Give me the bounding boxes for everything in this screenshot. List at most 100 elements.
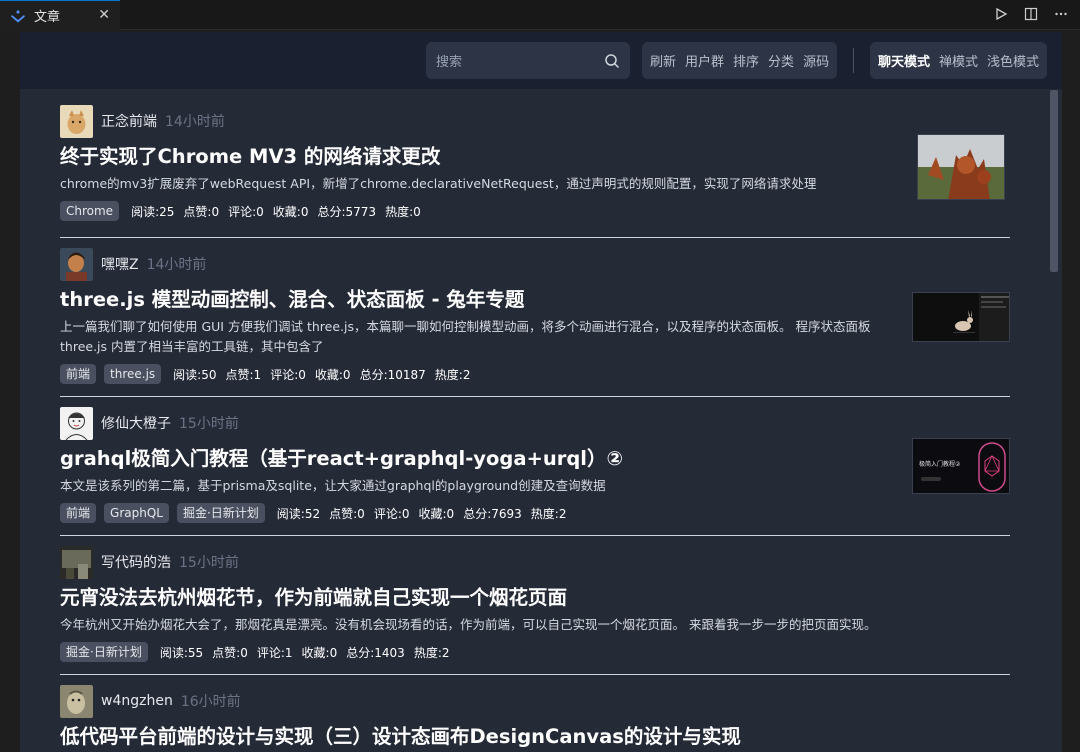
tag[interactable]: 掘金·日新计划 — [176, 503, 265, 523]
heat-score: 热度:0 — [385, 204, 421, 219]
avatar[interactable] — [60, 247, 93, 281]
like-count: 点赞:0 — [329, 506, 365, 521]
article-title[interactable]: grahql极简入门教程（基于react+graphql-yoga+urql）② — [60, 446, 1010, 472]
heat-score: 热度:2 — [413, 645, 450, 660]
collect-count: 收藏:0 — [314, 367, 351, 382]
tag[interactable]: 掘金·日新计划 — [60, 642, 148, 662]
article-thumbnail[interactable]: 极简入门教程② — [912, 438, 1010, 494]
juejin-logo-icon — [10, 8, 26, 24]
total-score: 总分:1403 — [346, 645, 405, 660]
publish-time: 14小时前 — [165, 114, 225, 130]
article-thumbnail[interactable] — [912, 292, 1010, 342]
like-count: 点赞:0 — [183, 204, 220, 219]
split-editor-icon[interactable] — [1022, 5, 1040, 23]
toolbar: 搜索 刷新 用户群 排序 分类 源码 聊天模式 禅模式 浅色模式 — [20, 32, 1062, 89]
article-stats: 阅读:50 点赞:1 评论:0 收藏:0 总分:10187 热度:2 — [173, 366, 470, 383]
article-item[interactable]: w4ngzhen 16小时前 低代码平台前端的设计与实现（三）设计态画布Desi… — [60, 675, 1010, 752]
article-item[interactable]: 修仙大橙子 15小时前 grahql极简入门教程（基于react+graphql… — [60, 397, 1010, 536]
tag[interactable]: 前端 — [60, 503, 97, 523]
source-code-button[interactable]: 源码 — [803, 51, 829, 70]
publish-time: 14小时前 — [146, 257, 207, 273]
total-score: 总分:10187 — [359, 367, 426, 382]
total-score: 总分:7693 — [463, 506, 522, 521]
article-title[interactable]: 终于实现了Chrome MV3 的网络请求更改 — [60, 144, 1010, 170]
article-meta: 写代码的浩 15小时前 — [60, 545, 1010, 579]
publish-time: 15小时前 — [179, 416, 239, 432]
avatar[interactable] — [60, 684, 93, 718]
comment-count: 评论:0 — [228, 204, 264, 219]
publish-time: 15小时前 — [179, 555, 239, 571]
search-box[interactable]: 搜索 — [426, 42, 630, 79]
author-name[interactable]: 写代码的浩 — [101, 552, 171, 572]
tab-articles[interactable]: 文章 ✕ — [0, 0, 120, 30]
comment-count: 评论:0 — [270, 367, 306, 382]
avatar[interactable] — [60, 104, 93, 138]
article-item[interactable]: 正念前端 14小时前 终于实现了Chrome MV3 的网络请求更改 chrom… — [60, 89, 1010, 238]
tag[interactable]: GraphQL — [104, 503, 169, 523]
like-count: 点赞:1 — [225, 367, 262, 382]
chat-mode-button[interactable]: 聊天模式 — [878, 51, 930, 70]
article-item[interactable]: 嘿嘿Z 14小时前 three.js 模型动画控制、混合、状态面板 - 兔年专题… — [60, 238, 1010, 397]
editor-tab-bar: 文章 ✕ — [0, 0, 1080, 30]
read-count: 阅读:52 — [276, 506, 321, 521]
tab-label: 文章 — [34, 10, 61, 25]
article-meta: w4ngzhen 16小时前 — [60, 684, 1010, 718]
avatar[interactable] — [60, 545, 93, 579]
close-icon[interactable]: ✕ — [98, 7, 110, 23]
editor-actions — [992, 5, 1070, 23]
category-button[interactable]: 分类 — [768, 51, 794, 70]
author-name[interactable]: 嘿嘿Z — [101, 254, 139, 274]
article-title[interactable]: three.js 模型动画控制、混合、状态面板 - 兔年专题 — [60, 287, 1010, 313]
article-meta: 修仙大橙子 15小时前 — [60, 406, 1010, 440]
collect-count: 收藏:0 — [301, 645, 338, 660]
article-meta: 嘿嘿Z 14小时前 — [60, 247, 1010, 281]
publish-time: 16小时前 — [180, 694, 241, 710]
toolbar-divider — [853, 48, 854, 73]
article-description: 上一篇我们聊了如何使用 GUI 方便我们调试 three.js，本篇聊一聊如何控… — [60, 319, 871, 354]
article-title[interactable]: 元宵没法去杭州烟花节，作为前端就自己实现一个烟花页面 — [60, 585, 1010, 611]
avatar[interactable] — [60, 406, 93, 440]
read-count: 阅读:50 — [173, 367, 217, 382]
comment-count: 评论:1 — [256, 645, 293, 660]
article-description: 今年杭州又开始办烟花大会了，那烟花真是漂亮。没有机会现场看的话，作为前端，可以自… — [60, 617, 877, 632]
nav-group: 刷新 用户群 排序 分类 源码 — [642, 42, 838, 79]
heat-score: 热度:2 — [434, 367, 471, 382]
article-description: chrome的mv3扩展废弃了webRequest API，新增了chrome.… — [60, 176, 817, 191]
run-icon[interactable] — [992, 5, 1010, 23]
article-stats: 阅读:55 点赞:0 评论:1 收藏:0 总分:1403 热度:2 — [160, 644, 450, 661]
article-view: 搜索 刷新 用户群 排序 分类 源码 聊天模式 禅模式 浅色模式 正念前端 14… — [20, 32, 1062, 752]
article-item[interactable]: 写代码的浩 15小时前 元宵没法去杭州烟花节，作为前端就自己实现一个烟花页面 今… — [60, 536, 1010, 675]
heat-score: 热度:2 — [530, 506, 567, 521]
user-group-button[interactable]: 用户群 — [685, 51, 724, 70]
tag[interactable]: three.js — [104, 364, 162, 384]
article-list: 正念前端 14小时前 终于实现了Chrome MV3 的网络请求更改 chrom… — [60, 89, 1010, 752]
search-icon[interactable] — [604, 53, 620, 69]
author-name[interactable]: 正念前端 — [101, 111, 157, 131]
zen-mode-button[interactable]: 禅模式 — [939, 51, 978, 70]
mode-group: 聊天模式 禅模式 浅色模式 — [870, 42, 1048, 79]
article-thumbnail[interactable] — [917, 134, 1005, 200]
tag[interactable]: Chrome — [60, 201, 120, 221]
article-footer: 前端 GraphQL 掘金·日新计划 阅读:52 点赞:0 评论:0 收藏:0 … — [60, 502, 1010, 524]
article-title[interactable]: 低代码平台前端的设计与实现（三）设计态画布DesignCanvas的设计与实现 — [60, 724, 1010, 750]
article-description: 本文是该系列的第二篇，基于prisma及sqlite，让大家通过graphql的… — [60, 478, 606, 493]
scrollbar[interactable] — [1050, 90, 1058, 272]
refresh-button[interactable]: 刷新 — [650, 51, 676, 70]
like-count: 点赞:0 — [212, 645, 248, 660]
total-score: 总分:5773 — [317, 204, 377, 219]
author-name[interactable]: w4ngzhen — [101, 693, 173, 709]
read-count: 阅读:25 — [131, 204, 175, 219]
article-footer: 前端 three.js 阅读:50 点赞:1 评论:0 收藏:0 总分:1018… — [60, 363, 1010, 385]
article-stats: 阅读:52 点赞:0 评论:0 收藏:0 总分:7693 热度:2 — [277, 505, 567, 522]
search-input[interactable]: 搜索 — [436, 51, 604, 70]
light-mode-button[interactable]: 浅色模式 — [987, 51, 1039, 70]
article-stats: 阅读:25 点赞:0 评论:0 收藏:0 总分:5773 热度:0 — [131, 203, 421, 220]
sort-button[interactable]: 排序 — [733, 51, 759, 70]
collect-count: 收藏:0 — [272, 204, 309, 219]
more-icon[interactable] — [1052, 5, 1070, 23]
read-count: 阅读:55 — [159, 645, 204, 660]
article-meta: 正念前端 14小时前 — [60, 104, 1010, 138]
author-name[interactable]: 修仙大橙子 — [101, 413, 171, 433]
article-footer: Chrome 阅读:25 点赞:0 评论:0 收藏:0 总分:5773 热度:0 — [60, 200, 1010, 222]
tag[interactable]: 前端 — [60, 364, 97, 384]
